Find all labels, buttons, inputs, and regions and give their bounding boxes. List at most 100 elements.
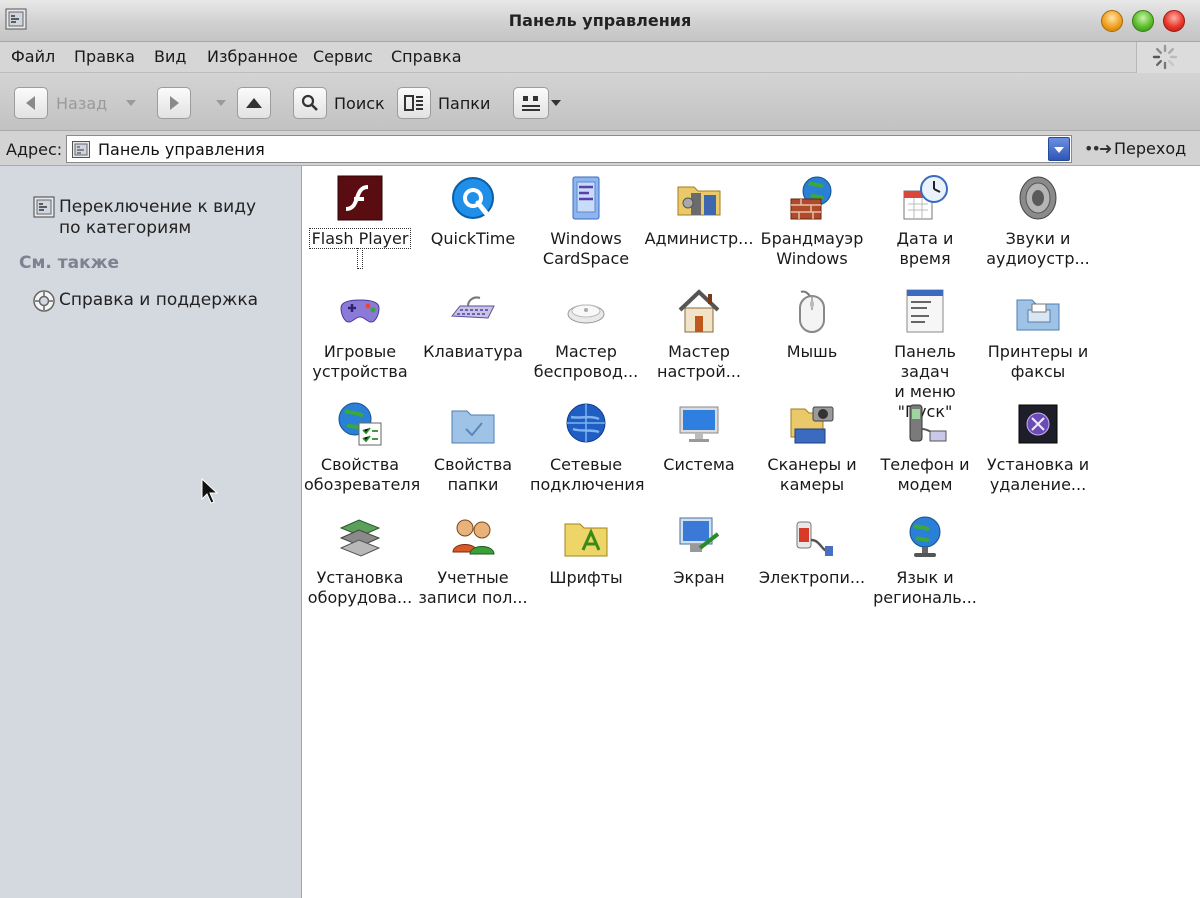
up-button[interactable] bbox=[237, 87, 271, 119]
item-label-line1: Учетные bbox=[437, 568, 509, 587]
system-icon bbox=[679, 406, 719, 442]
menu-edit[interactable]: Правка bbox=[74, 47, 135, 66]
search-button[interactable] bbox=[293, 87, 327, 119]
folders-label[interactable]: Папки bbox=[438, 94, 490, 113]
item-label-line2: оборудова... bbox=[307, 588, 413, 607]
views-dropdown-icon[interactable] bbox=[551, 100, 561, 106]
menu-tools[interactable]: Сервис bbox=[313, 47, 373, 66]
item-network-connections[interactable]: Сетевые подключения bbox=[530, 395, 645, 505]
item-label: Игровые устройства bbox=[304, 342, 416, 382]
item-date-time[interactable]: Дата и время bbox=[869, 169, 981, 279]
item-quicktime[interactable]: QuickTime bbox=[417, 169, 529, 279]
item-label: Учетные записи пол... bbox=[417, 568, 529, 608]
phone-modem-icon bbox=[909, 404, 947, 442]
item-label-line1: Flash Player bbox=[308, 228, 412, 249]
item-label-line2: записи пол... bbox=[418, 588, 528, 607]
back-button[interactable] bbox=[14, 87, 48, 119]
item-scanners-cameras[interactable]: Сканеры и камеры bbox=[756, 395, 868, 505]
item-printers-faxes[interactable]: Принтеры и факсы bbox=[982, 282, 1094, 392]
item-display[interactable]: Экран bbox=[643, 508, 755, 618]
item-internet-options[interactable]: Свойства обозревателя bbox=[304, 395, 420, 505]
power-icon bbox=[796, 521, 833, 556]
close-button[interactable] bbox=[1163, 10, 1185, 32]
item-regional-options[interactable]: Язык и региональ... bbox=[869, 508, 981, 618]
minimize-button[interactable] bbox=[1101, 10, 1123, 32]
address-dropdown-button[interactable] bbox=[1048, 137, 1070, 161]
item-label: Клавиатура bbox=[417, 342, 529, 362]
internet-options-icon bbox=[338, 402, 382, 446]
fonts-icon bbox=[564, 523, 608, 557]
item-label-line1: Электропи... bbox=[758, 568, 866, 587]
item-firewall[interactable]: Брандмауэр Windows bbox=[756, 169, 868, 279]
address-bar: Адрес: Панель управления ••➜ Переход bbox=[0, 131, 1200, 166]
item-hardware-setup[interactable]: Установка оборудова... bbox=[304, 508, 416, 618]
views-button[interactable] bbox=[513, 87, 549, 119]
item-label-line1: Свойства bbox=[320, 455, 400, 474]
go-arrow-icon: ••➜ bbox=[1084, 139, 1112, 158]
item-label: QuickTime bbox=[417, 229, 529, 249]
item-label: Экран bbox=[643, 568, 755, 588]
item-windows-cardspace[interactable]: Windows CardSpace bbox=[530, 169, 642, 279]
item-fonts[interactable]: Шрифты bbox=[530, 508, 642, 618]
item-label-line1: Windows bbox=[550, 229, 622, 248]
item-taskbar-start-menu[interactable]: Панель задач и меню "Пуск" bbox=[869, 282, 981, 421]
display-icon bbox=[679, 517, 720, 552]
item-label: Звуки и аудиоустр... bbox=[982, 229, 1094, 269]
item-label-line2: удаление... bbox=[989, 475, 1087, 494]
quicktime-icon bbox=[452, 177, 494, 219]
item-label: Брандмауэр Windows bbox=[756, 229, 868, 269]
menu-file[interactable]: Файл bbox=[11, 47, 55, 66]
item-power-options[interactable]: Электропи... bbox=[756, 508, 868, 618]
item-label-line1: Сетевые bbox=[549, 455, 623, 474]
search-label[interactable]: Поиск bbox=[334, 94, 385, 113]
item-phone-modem[interactable]: Телефон и модем bbox=[869, 395, 981, 505]
item-label: Администр... bbox=[643, 229, 755, 249]
item-system[interactable]: Система bbox=[643, 395, 755, 505]
menu-help[interactable]: Справка bbox=[391, 47, 462, 66]
item-label-line1: Свойства bbox=[433, 455, 513, 474]
item-label: Свойства обозревателя bbox=[304, 455, 420, 495]
mouse-cursor-icon bbox=[201, 478, 219, 504]
item-label-line2: модем bbox=[897, 475, 953, 494]
help-support-link[interactable]: Справка и поддержка bbox=[59, 290, 258, 311]
menu-view[interactable]: Вид bbox=[154, 47, 186, 66]
menu-favorites[interactable]: Избранное bbox=[207, 47, 298, 66]
item-label-line1: QuickTime bbox=[430, 229, 516, 248]
item-user-accounts[interactable]: Учетные записи пол... bbox=[417, 508, 529, 618]
window-title: Панель управления bbox=[508, 11, 692, 30]
item-administration[interactable]: Администр... bbox=[643, 169, 755, 279]
item-label: Мастер беспровод... bbox=[530, 342, 642, 382]
item-add-remove-programs[interactable]: Установка и удаление... bbox=[982, 395, 1094, 505]
task-pane: Переключение к виду по категориям См. та… bbox=[0, 166, 302, 898]
item-mouse[interactable]: Мышь bbox=[756, 282, 868, 392]
forward-dropdown-icon[interactable] bbox=[216, 100, 226, 106]
sound-icon bbox=[1019, 176, 1057, 220]
switch-to-category-view-link[interactable]: Переключение к виду по категориям bbox=[59, 197, 256, 239]
item-network-wizard[interactable]: Мастер настрой... bbox=[643, 282, 755, 392]
keyboard-icon bbox=[451, 296, 495, 319]
item-label-line2: папки bbox=[447, 475, 499, 494]
cardspace-icon bbox=[572, 176, 600, 220]
item-label: Телефон и модем bbox=[869, 455, 981, 495]
item-game-controllers[interactable]: Игровые устройства bbox=[304, 282, 416, 392]
wireless-wizard-icon bbox=[567, 304, 605, 324]
item-sound[interactable]: Звуки и аудиоустр... bbox=[982, 169, 1094, 279]
item-label: Дата и время bbox=[869, 229, 981, 269]
item-label: Электропи... bbox=[756, 568, 868, 588]
folders-button[interactable] bbox=[397, 87, 431, 119]
go-button[interactable]: ••➜ Переход bbox=[1078, 136, 1196, 162]
maximize-button[interactable] bbox=[1132, 10, 1154, 32]
item-folder-options[interactable]: Свойства папки bbox=[417, 395, 529, 505]
item-label-line1: Администр... bbox=[644, 229, 754, 248]
item-label-line1: Принтеры и bbox=[987, 342, 1089, 361]
item-keyboard[interactable]: Клавиатура bbox=[417, 282, 529, 392]
help-support-icon bbox=[33, 290, 55, 312]
item-wireless-wizard[interactable]: Мастер беспровод... bbox=[530, 282, 642, 392]
item-label-line2: подключения bbox=[530, 475, 645, 494]
forward-button[interactable] bbox=[157, 87, 191, 119]
back-dropdown-icon[interactable] bbox=[126, 100, 136, 106]
mouse-icon bbox=[799, 290, 825, 333]
address-field[interactable]: Панель управления bbox=[66, 135, 1072, 163]
item-flash-player[interactable]: Flash Player bbox=[304, 169, 416, 279]
see-also-title: См. также bbox=[19, 253, 120, 273]
